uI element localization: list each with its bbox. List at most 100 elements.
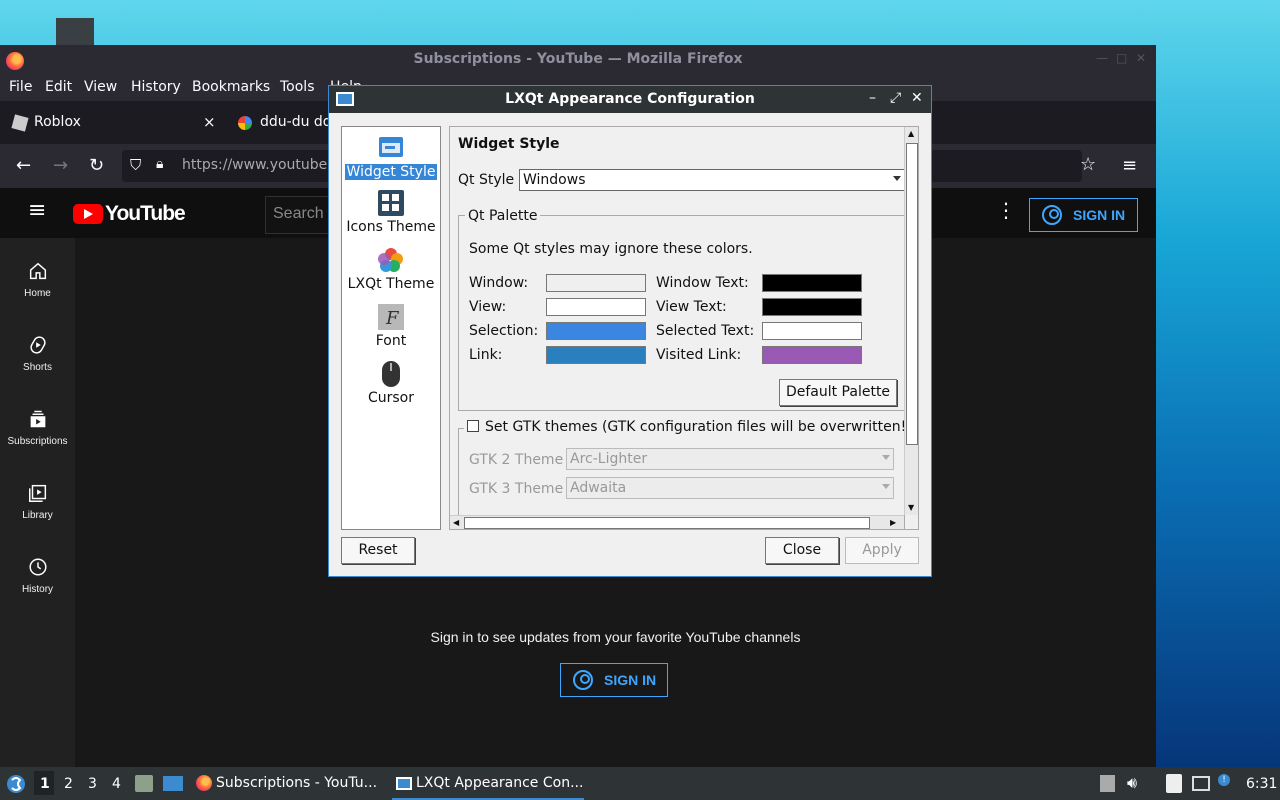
task-firefox[interactable]: Subscriptions - YouTu... [192,767,384,800]
yt-menu-icon[interactable]: ≡ [28,198,46,223]
category-label: Widget Style [344,164,438,180]
subscriptions-icon [30,410,45,428]
section-title: Widget Style [458,136,560,152]
sidebar-item-shorts[interactable]: Shorts [0,334,75,373]
maximize-icon[interactable]: □ [1116,51,1127,65]
qt-palette-title: Qt Palette [465,208,541,224]
library-icon [28,484,46,502]
volume-icon[interactable]: 🔊︎ [1127,773,1137,793]
scroll-up-icon[interactable]: ▲ [908,129,914,138]
lock-icon[interactable]: 🔒︎ [156,156,163,172]
category-label: Font [375,333,407,349]
selection-color-button[interactable] [546,322,646,340]
main-sign-in-button[interactable]: SIGN IN [560,663,668,697]
network-icon[interactable] [1192,776,1210,791]
selected-text-color-button[interactable] [762,322,862,340]
workspace-1[interactable]: 1 [40,776,50,792]
gtk3-theme-select[interactable]: Adwaita [566,477,894,499]
widget-style-icon [379,137,403,157]
start-menu-icon[interactable] [6,774,26,794]
reset-button[interactable]: Reset [341,537,415,564]
workspace-2[interactable]: 2 [64,776,73,792]
home-icon [29,262,46,280]
task-label: Subscriptions - YouTu... [216,775,378,791]
header-sign-in-button[interactable]: SIGN IN [1029,198,1138,232]
category-icons-theme[interactable]: Icons Theme [342,189,440,235]
menu-history[interactable]: History [131,79,181,95]
category-font[interactable]: F Font [342,303,440,349]
category-widget-style[interactable]: Widget Style [342,134,440,180]
reload-icon[interactable]: ↻ [89,155,104,176]
notes-icon[interactable] [1166,774,1182,793]
youtube-wordmark: YouTube [105,202,186,225]
window-text-color-button[interactable] [762,274,862,292]
taskbar: 1 2 3 4 Subscriptions - YouTu... LXQt Ap… [0,767,1280,800]
more-options-icon[interactable]: ⋮ [996,198,1016,222]
selection-color-label: Selection: [469,323,539,339]
task-lxqt-appearance[interactable]: LXQt Appearance Con... [392,767,584,800]
shield-icon[interactable]: ⛉ [130,156,141,174]
menu-view[interactable]: View [84,79,117,95]
svg-text:F: F [385,308,400,329]
view-color-label: View: [469,299,507,315]
sidebar-item-subscriptions[interactable]: Subscriptions [0,408,75,447]
gtk2-theme-select[interactable]: Arc-Lighter [566,448,894,470]
close-icon[interactable]: ✕ [1136,51,1146,65]
default-palette-button[interactable]: Default Palette [779,379,897,406]
menu-edit[interactable]: Edit [45,79,72,95]
sign-in-label: SIGN IN [604,672,657,688]
sidebar-item-library[interactable]: Library [0,482,75,521]
menu-file[interactable]: File [9,79,32,95]
apply-button[interactable]: Apply [845,537,919,564]
tab-roblox[interactable]: Roblox × [0,102,226,144]
menu-bookmarks[interactable]: Bookmarks [192,79,270,95]
view-text-color-button[interactable] [762,298,862,316]
selected-text-color-label: Selected Text: [656,323,755,339]
horizontal-scroll-thumb[interactable] [464,517,870,529]
scroll-left-icon[interactable]: ◀ [453,518,459,527]
maximize-icon[interactable]: ⤢ [890,90,901,106]
view-color-button[interactable] [546,298,646,316]
scroll-right-icon[interactable]: ▶ [890,518,896,527]
hamburger-menu-icon[interactable]: ≡ [1122,155,1137,176]
workspace-4[interactable]: 4 [112,776,121,792]
update-notifier-icon[interactable]: ! [1218,774,1230,786]
horizontal-scrollbar[interactable]: ◀ ▶ [450,515,904,529]
visited-link-color-button[interactable] [762,346,862,364]
scroll-down-icon[interactable]: ▼ [908,503,914,512]
workspace-3[interactable]: 3 [88,776,97,792]
clipboard-icon[interactable] [1100,775,1115,792]
sidebar-item-history[interactable]: History [0,556,75,595]
close-label: Close [782,542,822,558]
back-icon[interactable]: ← [16,155,31,176]
forward-icon[interactable]: → [53,155,68,176]
vertical-scrollbar[interactable]: ▲ ▼ [904,127,918,515]
gtk2-theme-label: GTK 2 Theme [469,452,564,468]
minimize-icon[interactable]: — [1096,51,1108,65]
visited-link-color-label: Visited Link: [656,347,742,363]
appearance-dialog: LXQt Appearance Configuration – ⤢ ✕ Widg… [328,85,932,577]
category-cursor[interactable]: Cursor [342,360,440,406]
roblox-icon [11,114,29,132]
file-manager-icon[interactable] [135,775,153,792]
show-desktop-icon[interactable] [163,776,183,791]
gtk3-theme-label: GTK 3 Theme [469,481,564,497]
category-label: Icons Theme [346,219,436,235]
qt-style-select[interactable]: Windows [519,169,905,191]
menu-tools[interactable]: Tools [280,79,315,95]
link-color-button[interactable] [546,346,646,364]
tab-close-icon[interactable]: × [203,113,216,131]
close-button[interactable]: Close [765,537,839,564]
sidebar-item-home[interactable]: Home [0,260,75,299]
vertical-scroll-thumb[interactable] [906,143,918,445]
signin-prompt: Sign in to see updates from your favorit… [430,629,801,645]
window-color-button[interactable] [546,274,646,292]
yt-search-input[interactable]: Search [265,196,335,234]
gtk-checkbox[interactable] [467,420,479,432]
category-lxqt-theme[interactable]: LXQt Theme [342,246,440,292]
bookmark-star-icon[interactable]: ☆ [1080,154,1096,175]
close-icon[interactable]: ✕ [911,90,923,106]
clock[interactable]: 6:31 [1246,776,1277,792]
tab-ddu-du[interactable]: ddu-du dd [226,102,336,144]
minimize-icon[interactable]: – [869,90,876,106]
